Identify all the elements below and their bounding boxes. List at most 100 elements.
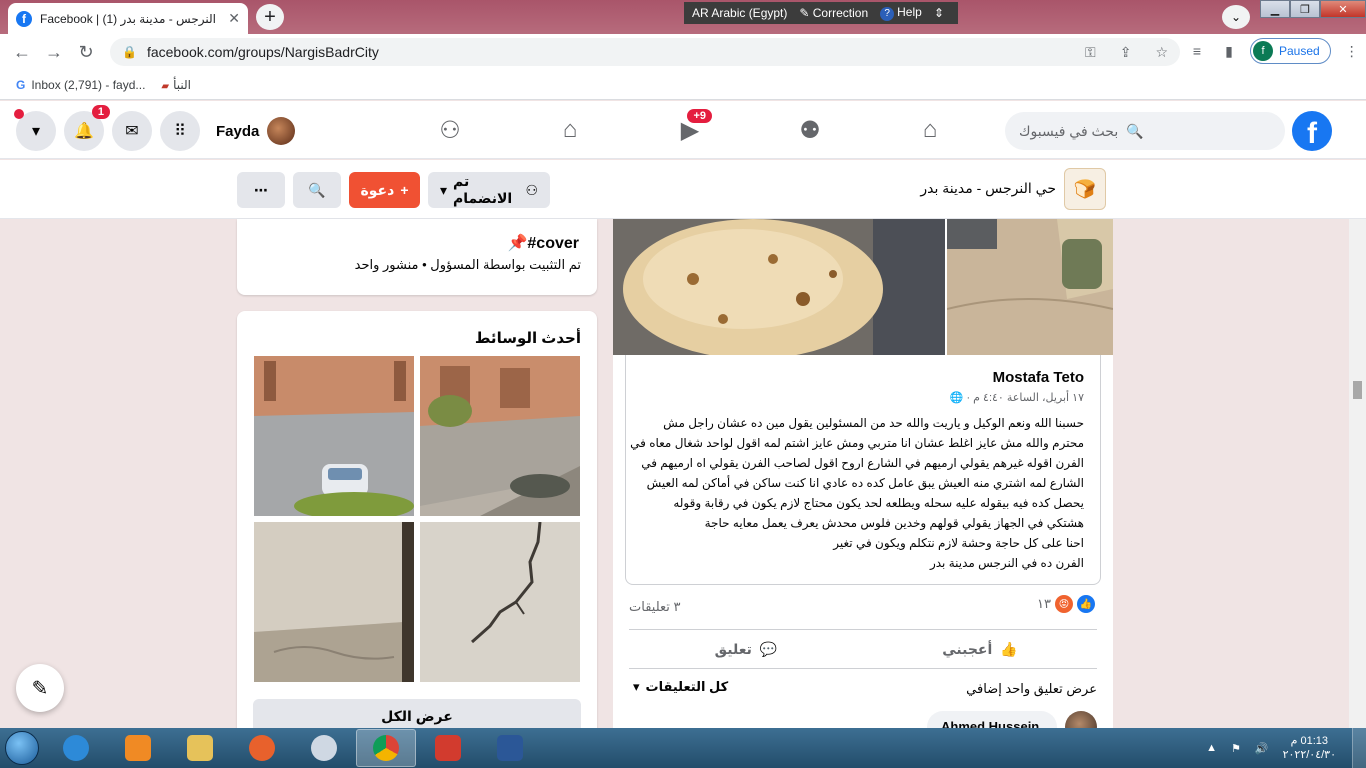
reload-button[interactable]: ↻ (70, 36, 102, 68)
taskbar-firefox[interactable] (232, 729, 292, 767)
post-image-bags[interactable] (947, 219, 1113, 355)
windows-taskbar: ▲ ⚑ 🔊 01:13 م ٢٠٢٢/٠٤/٣٠ (0, 728, 1366, 768)
group-search-button[interactable]: 🔍 (293, 172, 341, 208)
view-more-comments-link[interactable]: عرض تعليق واحد إضافي (966, 681, 1097, 697)
url-text[interactable]: facebook.com/groups/NargisBadrCity (147, 44, 1061, 60)
friends-icon: ⚉ (799, 116, 821, 144)
clock[interactable]: 01:13 م ٢٠٢٢/٠٤/٣٠ (1283, 734, 1336, 762)
media-thumbnail[interactable] (420, 356, 580, 516)
media-thumbnail[interactable] (420, 522, 580, 682)
pinned-post-card[interactable]: 📌#cover تم التثبيت بواسطة المسؤول • منشو… (237, 219, 597, 295)
show-hidden-icons-icon[interactable]: ▲ (1206, 742, 1217, 754)
correction-label: Correction (812, 6, 869, 20)
comment-button[interactable]: تعليق 💬 (629, 630, 863, 668)
minimize-button[interactable]: ▁ (1260, 0, 1290, 18)
tab-title: Facebook | حي النرجس - مدينة بدر (1) (40, 11, 220, 26)
browser-menu-icon[interactable]: ⋮ (1341, 40, 1363, 62)
post-timestamp[interactable]: ١٧ أبريل، الساعة ٤:٤٠ م · (966, 392, 1084, 404)
new-message-button[interactable]: ✎ (16, 664, 64, 712)
bookmark-label: Inbox (2,791) - fayd... (31, 77, 146, 92)
tab-search-button[interactable]: ⌄ (1222, 5, 1250, 29)
messenger-button[interactable]: ✉ (112, 111, 152, 151)
correction-button[interactable]: ✎ Correction (799, 6, 868, 20)
nav-watch[interactable]: ▶ +9 (630, 101, 750, 159)
side-panel-icon[interactable]: ▮ (1218, 40, 1240, 62)
language-indicator[interactable]: AR Arabic (Egypt) (692, 6, 787, 20)
page-scrollbar[interactable] (1349, 219, 1366, 728)
app-icon (311, 735, 337, 761)
joined-label: تم الانضمام (453, 173, 513, 206)
pinned-subtitle: تم التثبيت بواسطة المسؤول • منشور واحد (354, 257, 581, 272)
account-alert-dot (14, 109, 24, 119)
reactions-summary[interactable]: 👍 😡 ١٣ (1037, 595, 1095, 613)
post-image-bread[interactable] (613, 219, 945, 355)
clock-date: ٢٠٢٢/٠٤/٣٠ (1282, 749, 1336, 761)
scrollbar-thumb[interactable] (1353, 381, 1362, 399)
action-center-flag-icon[interactable]: ⚑ (1231, 742, 1241, 755)
menu-button[interactable]: ⠿ (160, 111, 200, 151)
taskbar-ie[interactable] (46, 729, 106, 767)
window-controls: ▁ ❐ ✕ (1260, 0, 1366, 18)
media-thumbnail[interactable] (254, 356, 414, 516)
nav-friends[interactable]: ⚉ (750, 101, 870, 159)
post-body-line: الفرن اقوله غيرهم يقولي ارميهم في الشارع… (641, 456, 1084, 470)
joined-button[interactable]: ▾ تم الانضمام ⚇ (428, 172, 550, 208)
media-thumbnail[interactable] (254, 522, 414, 682)
post-meta: ١٧ أبريل، الساعة ٤:٤٠ م · 🌐 (950, 391, 1084, 404)
taskbar-chrome[interactable] (356, 729, 416, 767)
password-key-icon[interactable]: ⚿ (1085, 44, 1096, 61)
members-icon: ⚇ (525, 181, 538, 198)
help-button[interactable]: ? Help (880, 5, 922, 21)
back-button[interactable]: ← (6, 36, 38, 68)
group-name[interactable]: حي النرجس - مدينة بدر (916, 180, 1056, 197)
profile-button[interactable]: f Paused (1250, 38, 1331, 64)
comment-bubble-icon: 💬 (759, 640, 778, 657)
taskbar-media-player[interactable] (108, 729, 168, 767)
taskbar-word[interactable] (480, 729, 540, 767)
bookmark-gmail[interactable]: G Inbox (2,791) - fayd... (16, 78, 145, 92)
reactions-count: ١٣ (1037, 596, 1051, 611)
close-window-button[interactable]: ✕ (1320, 0, 1366, 18)
forward-button[interactable]: → (38, 36, 70, 68)
browser-tab[interactable]: f Facebook | حي النرجس - مدينة بدر (1) ✕ (8, 3, 248, 34)
nav-home[interactable]: ⌂ (870, 101, 990, 159)
group-avatar[interactable]: 🍞 (1064, 168, 1106, 210)
invite-button[interactable]: دعوة + (349, 172, 420, 208)
lock-icon[interactable]: 🔒 (122, 45, 137, 59)
post-author[interactable]: Mostafa Teto (993, 369, 1084, 386)
nav-groups[interactable]: ⚇ (390, 101, 510, 159)
bookmark-star-icon[interactable]: ☆ (1155, 44, 1168, 61)
word-icon (497, 735, 523, 761)
groups-icon: ⚇ (439, 116, 461, 144)
language-bar-options-icon[interactable]: ⇕ (934, 6, 944, 20)
taskbar-explorer[interactable] (170, 729, 230, 767)
account-menu-button[interactable]: ▾ (14, 109, 56, 151)
taskbar-app[interactable] (294, 729, 354, 767)
close-tab-icon[interactable]: ✕ (228, 10, 240, 27)
taskbar-app-arrow[interactable] (418, 729, 478, 767)
profile-avatar: f (1253, 41, 1273, 61)
facebook-top-bar: ▾ 🔔 1 ✉ ⠿ Fayda ⚇ ⌂ ▶ +9 ⚉ ⌂ 🔍 بحث في في… (0, 101, 1366, 159)
internet-explorer-icon (63, 735, 89, 761)
facebook-search-input[interactable]: 🔍 بحث في فيسبوك (1005, 112, 1285, 150)
address-bar[interactable]: 🔒 facebook.com/groups/NargisBadrCity ⚿ ⇪… (110, 38, 1180, 66)
group-more-button[interactable]: ⋯ (237, 172, 285, 208)
search-placeholder: بحث في فيسبوك (1019, 122, 1119, 139)
bookmark-label: النبأ (173, 77, 191, 92)
notifications-button[interactable]: 🔔 1 (64, 105, 110, 151)
profile-shortcut[interactable]: Fayda (212, 115, 299, 147)
new-tab-button[interactable]: + (256, 4, 284, 30)
post-body: حسبنا الله ونعم الوكيل و ياريت والله حد … (630, 413, 1084, 573)
bookmark-alnabaa[interactable]: ▰ النبأ (161, 78, 191, 92)
reading-list-icon[interactable]: ≡ (1186, 40, 1208, 62)
share-icon[interactable]: ⇪ (1120, 44, 1132, 61)
like-button[interactable]: أعجبني 👍 (863, 630, 1097, 668)
comment-sort-dropdown[interactable]: كل التعليقات ▾ (633, 679, 728, 695)
nav-marketplace[interactable]: ⌂ (510, 101, 630, 159)
comments-count[interactable]: ٣ تعليقات (629, 599, 681, 615)
maximize-button[interactable]: ❐ (1290, 0, 1320, 18)
show-desktop-button[interactable] (1352, 728, 1366, 768)
start-button[interactable] (0, 728, 44, 768)
facebook-logo-icon[interactable]: f (1292, 111, 1332, 151)
volume-icon[interactable]: 🔊 (1255, 742, 1269, 755)
